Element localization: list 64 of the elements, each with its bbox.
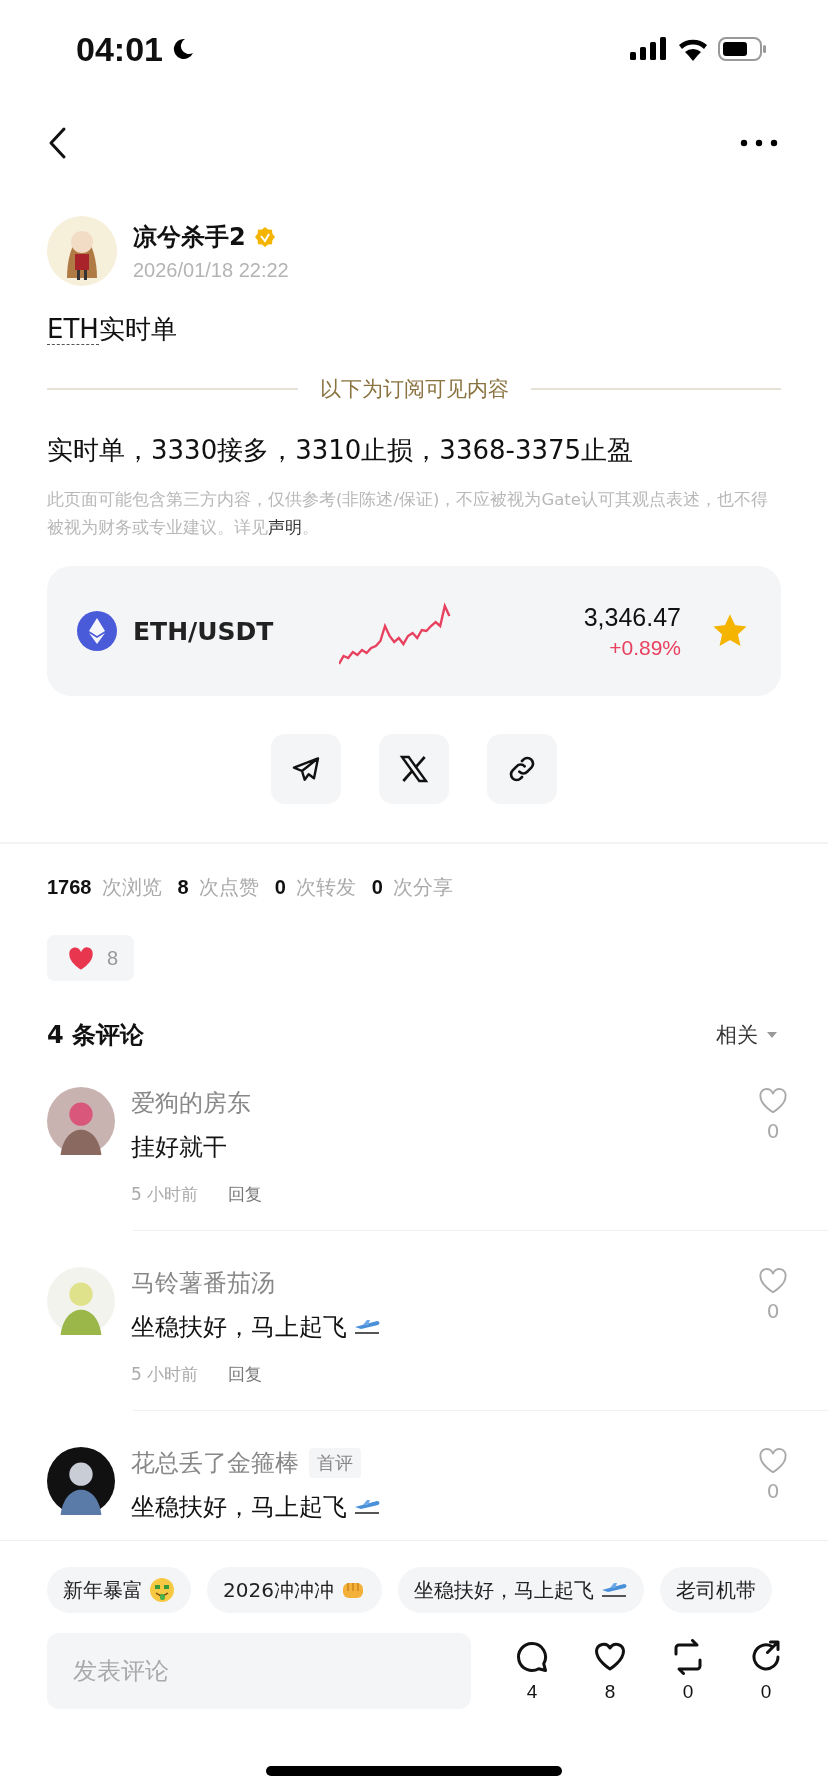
comment-time: 5 小时前	[131, 1183, 199, 1206]
airplane-icon	[353, 1498, 381, 1516]
quick-reply-chip[interactable]: 2026冲冲冲	[207, 1567, 382, 1613]
stat-label: 次浏览	[101, 874, 162, 901]
commenter-name[interactable]: 花总丢了金箍棒	[131, 1447, 299, 1479]
airplane-icon	[599, 1581, 628, 1599]
airplane-icon	[353, 1318, 381, 1336]
stat-label: 次分享	[392, 874, 453, 901]
comment-action-button[interactable]: 4	[507, 1639, 557, 1703]
sort-dropdown[interactable]: 相关	[716, 1021, 778, 1049]
copy-link-button[interactable]	[487, 734, 557, 804]
pair-label: ETH/USDT	[133, 616, 275, 646]
like-count: 0	[766, 1299, 780, 1323]
reply-link[interactable]: 回复	[228, 1363, 263, 1386]
author-name[interactable]: 凉兮杀手2	[133, 220, 246, 253]
avatar[interactable]	[47, 1447, 115, 1515]
star-icon[interactable]	[713, 614, 747, 648]
post-body: 实时单，3330接多，3310止损，3368-3375止盈	[46, 434, 635, 467]
quick-reply-chip[interactable]: 坐稳扶好，马上起飞	[397, 1567, 644, 1613]
post-date: 2026/01/18 22:22	[133, 258, 289, 282]
x-share-button[interactable]	[379, 734, 449, 804]
more-icon[interactable]	[740, 139, 778, 147]
battery-icon	[718, 36, 768, 62]
quick-reply-chip[interactable]: 老司机带	[659, 1567, 772, 1613]
coin-tag-link[interactable]: ETH	[47, 314, 99, 345]
x-logo-icon	[398, 753, 430, 785]
share-action-button[interactable]: 0	[741, 1639, 791, 1703]
reply-link[interactable]: 回复	[228, 1183, 263, 1206]
signal-icon	[630, 37, 668, 61]
repost-action-button[interactable]: 0	[663, 1639, 713, 1703]
status-time: 04:01	[76, 29, 163, 69]
like-count: 0	[766, 1119, 780, 1143]
comment-input-field[interactable]: 发表评论	[47, 1633, 471, 1709]
stat-count: 0	[274, 876, 286, 899]
subscriber-divider-label: 以下为订阅可见内容	[319, 376, 509, 403]
comment-text: 坐稳扶好，马上起飞	[131, 1492, 347, 1523]
back-icon[interactable]	[48, 126, 68, 160]
price-change: +0.89%	[609, 635, 681, 660]
comments-title: 4 条评论	[47, 1020, 145, 1051]
commenter-name[interactable]: 爱狗的房东	[131, 1087, 251, 1119]
quick-reply-chip[interactable]: 新年暴富	[47, 1567, 191, 1613]
like-count: 0	[766, 1479, 780, 1503]
speech-bubble-icon	[514, 1639, 550, 1675]
stat-label: 次点赞	[198, 874, 259, 901]
comment-time: 5 小时前	[131, 1363, 199, 1386]
post-title: 实时单	[98, 314, 177, 344]
avatar[interactable]	[47, 216, 117, 286]
first-comment-badge: 首评	[309, 1448, 361, 1478]
stat-count: 8	[177, 876, 189, 899]
stat-label: 次转发	[295, 874, 356, 901]
stat-count: 0	[371, 876, 383, 899]
ethereum-icon	[77, 611, 117, 651]
commenter-name[interactable]: 马铃薯番茄汤	[131, 1267, 275, 1299]
price-value: 3,346.47	[583, 602, 681, 632]
caret-icon	[766, 1031, 778, 1039]
money-face-icon	[149, 1577, 175, 1603]
like-action-button[interactable]: 8	[585, 1639, 635, 1703]
market-card[interactable]: ETH/USDT 3,346.47 +0.89%	[47, 566, 781, 696]
stat-count: 1768	[47, 876, 92, 899]
comment-text: 坐稳扶好，马上起飞	[131, 1312, 347, 1343]
statement-link[interactable]: 声明	[268, 518, 302, 537]
heart-icon	[67, 945, 95, 971]
telegram-share-button[interactable]	[271, 734, 341, 804]
comment-text: 挂好就干	[131, 1132, 227, 1163]
